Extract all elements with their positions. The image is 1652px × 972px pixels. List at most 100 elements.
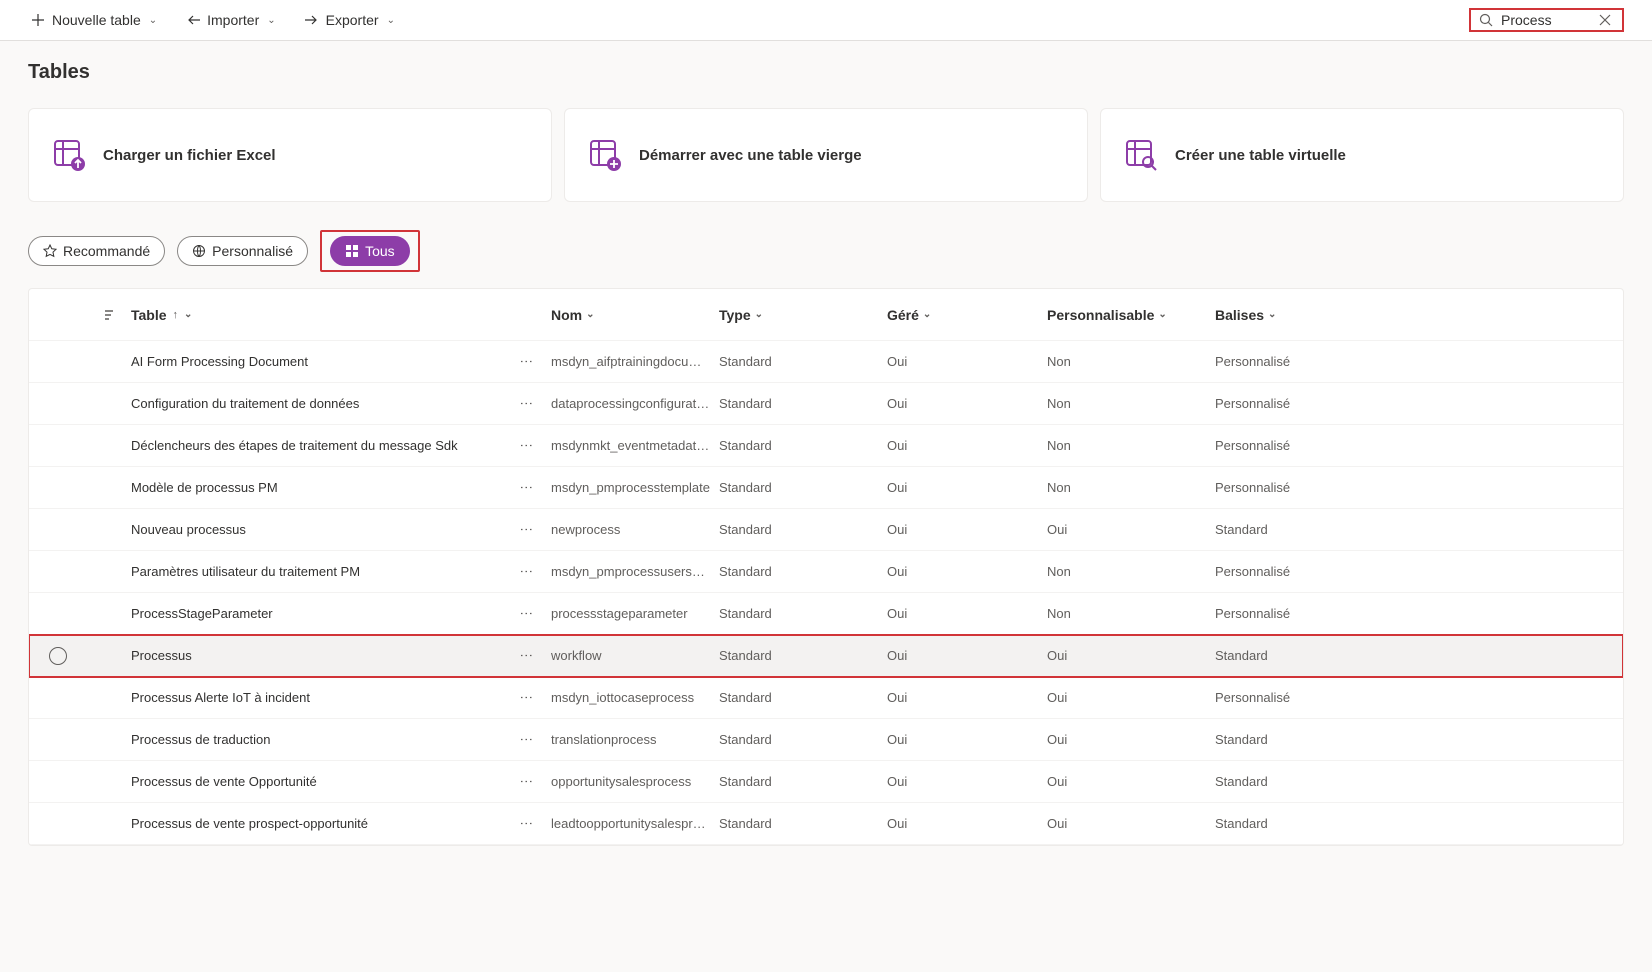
cell-name: workflow	[551, 648, 719, 663]
table-row[interactable]: Processus de traduction ⋮ translationpro…	[29, 719, 1623, 761]
cell-table[interactable]: Processus de traduction ⋮	[131, 732, 551, 747]
search-box[interactable]	[1469, 8, 1624, 32]
new-table-button[interactable]: Nouvelle table ⌄	[28, 8, 159, 32]
close-icon[interactable]	[1599, 14, 1611, 26]
col-table[interactable]: Table ↑ ⌄	[131, 307, 551, 323]
table-row[interactable]: Paramètres utilisateur du traitement PM …	[29, 551, 1623, 593]
table-row[interactable]: Configuration du traitement de données ⋮…	[29, 383, 1623, 425]
cell-tags: Standard	[1215, 732, 1623, 747]
action-cards: Charger un fichier Excel Démarrer avec u…	[28, 108, 1624, 202]
export-icon	[304, 12, 320, 28]
table-row[interactable]: Modèle de processus PM ⋮ msdyn_pmprocess…	[29, 467, 1623, 509]
cell-managed: Oui	[887, 522, 1047, 537]
cell-table[interactable]: Déclencheurs des étapes de traitement du…	[131, 438, 551, 453]
cell-managed: Oui	[887, 816, 1047, 831]
cell-tags: Standard	[1215, 522, 1623, 537]
col-label: Table	[131, 307, 167, 323]
table-row[interactable]: ProcessStageParameter ⋮ processstagepara…	[29, 593, 1623, 635]
cell-managed: Oui	[887, 438, 1047, 453]
cell-table[interactable]: AI Form Processing Document ⋮	[131, 354, 551, 369]
cell-customizable: Oui	[1047, 522, 1215, 537]
row-select[interactable]	[29, 647, 87, 665]
cell-table[interactable]: Configuration du traitement de données ⋮	[131, 396, 551, 411]
more-icon[interactable]: ⋮	[515, 439, 533, 452]
more-icon[interactable]: ⋮	[515, 355, 533, 368]
cell-managed: Oui	[887, 690, 1047, 705]
table-row[interactable]: Déclencheurs des étapes de traitement du…	[29, 425, 1623, 467]
cell-table[interactable]: ProcessStageParameter ⋮	[131, 606, 551, 621]
table-row[interactable]: Processus Alerte IoT à incident ⋮ msdyn_…	[29, 677, 1623, 719]
more-icon[interactable]: ⋮	[515, 607, 533, 620]
more-icon[interactable]: ⋮	[515, 565, 533, 578]
col-managed[interactable]: Géré ⌄	[887, 307, 1047, 323]
chevron-down-icon: ⌄	[755, 309, 763, 320]
card-blank-table[interactable]: Démarrer avec une table vierge	[564, 108, 1088, 202]
table-row[interactable]: Processus ⋮ workflow Standard Oui Oui St…	[29, 635, 1623, 677]
cell-name: leadtoopportunitysalespro…	[551, 816, 719, 831]
chevron-down-icon: ⌄	[923, 309, 931, 320]
cell-tags: Standard	[1215, 774, 1623, 789]
cell-tags: Personnalisé	[1215, 564, 1623, 579]
radio-icon[interactable]	[49, 647, 67, 665]
more-icon[interactable]: ⋮	[515, 481, 533, 494]
card-virtual-table[interactable]: Créer une table virtuelle	[1100, 108, 1624, 202]
more-icon[interactable]: ⋮	[515, 649, 533, 662]
cell-tags: Personnalisé	[1215, 690, 1623, 705]
blank-table-icon	[587, 137, 623, 173]
cell-table[interactable]: Processus de vente prospect-opportunité …	[131, 816, 551, 831]
pill-recommended[interactable]: Recommandé	[28, 236, 165, 266]
card-title: Créer une table virtuelle	[1175, 147, 1346, 164]
cell-type: Standard	[719, 564, 887, 579]
more-icon[interactable]: ⋮	[515, 397, 533, 410]
table-row[interactable]: AI Form Processing Document ⋮ msdyn_aifp…	[29, 341, 1623, 383]
more-icon[interactable]: ⋮	[515, 691, 533, 704]
more-icon[interactable]: ⋮	[515, 523, 533, 536]
cell-customizable: Non	[1047, 564, 1215, 579]
col-customizable[interactable]: Personnalisable ⌄	[1047, 307, 1215, 323]
cell-table[interactable]: Processus de vente Opportunité ⋮	[131, 774, 551, 789]
cell-table[interactable]: Processus ⋮	[131, 648, 551, 663]
pill-custom[interactable]: Personnalisé	[177, 236, 308, 266]
more-icon[interactable]: ⋮	[515, 733, 533, 746]
cell-tags: Personnalisé	[1215, 438, 1623, 453]
more-icon[interactable]: ⋮	[515, 775, 533, 788]
table-name: ProcessStageParameter	[131, 606, 273, 621]
cell-table[interactable]: Nouveau processus ⋮	[131, 522, 551, 537]
chevron-down-icon: ⌄	[267, 15, 275, 26]
col-label: Balises	[1215, 307, 1264, 323]
cell-name: msdyn_aifptrainingdocum…	[551, 354, 719, 369]
top-toolbar: Nouvelle table ⌄ Importer ⌄ Exporter ⌄	[0, 0, 1652, 41]
cell-customizable: Oui	[1047, 816, 1215, 831]
table-name: Processus	[131, 648, 192, 663]
col-type[interactable]: Type ⌄	[719, 307, 887, 323]
more-icon[interactable]: ⋮	[515, 817, 533, 830]
table-row[interactable]: Processus de vente prospect-opportunité …	[29, 803, 1623, 845]
export-button[interactable]: Exporter ⌄	[302, 8, 397, 32]
tables-grid: Table ↑ ⌄ Nom ⌄ Type ⌄ Géré ⌄ Personnali…	[28, 288, 1624, 846]
table-name: Configuration du traitement de données	[131, 396, 359, 411]
cell-customizable: Non	[1047, 480, 1215, 495]
col-name[interactable]: Nom ⌄	[551, 307, 719, 323]
cell-type: Standard	[719, 690, 887, 705]
search-input[interactable]	[1501, 12, 1591, 28]
star-icon	[43, 244, 57, 258]
table-name: AI Form Processing Document	[131, 354, 308, 369]
cell-name: msdynmkt_eventmetadat…	[551, 438, 719, 453]
cell-table[interactable]: Processus Alerte IoT à incident ⋮	[131, 690, 551, 705]
cell-table[interactable]: Modèle de processus PM ⋮	[131, 480, 551, 495]
table-row[interactable]: Processus de vente Opportunité ⋮ opportu…	[29, 761, 1623, 803]
new-table-label: Nouvelle table	[52, 12, 141, 28]
table-row[interactable]: Nouveau processus ⋮ newprocess Standard …	[29, 509, 1623, 551]
table-name: Déclencheurs des étapes de traitement du…	[131, 438, 458, 453]
card-upload-excel[interactable]: Charger un fichier Excel	[28, 108, 552, 202]
sort-icon[interactable]	[87, 308, 131, 322]
cell-type: Standard	[719, 480, 887, 495]
cell-table[interactable]: Paramètres utilisateur du traitement PM …	[131, 564, 551, 579]
import-button[interactable]: Importer ⌄	[183, 8, 278, 32]
col-tags[interactable]: Balises ⌄	[1215, 307, 1623, 323]
cell-managed: Oui	[887, 396, 1047, 411]
pill-all[interactable]: Tous	[330, 236, 410, 266]
cell-name: dataprocessingconfigurati…	[551, 396, 719, 411]
virtual-table-icon	[1123, 137, 1159, 173]
grid-icon	[345, 244, 359, 258]
